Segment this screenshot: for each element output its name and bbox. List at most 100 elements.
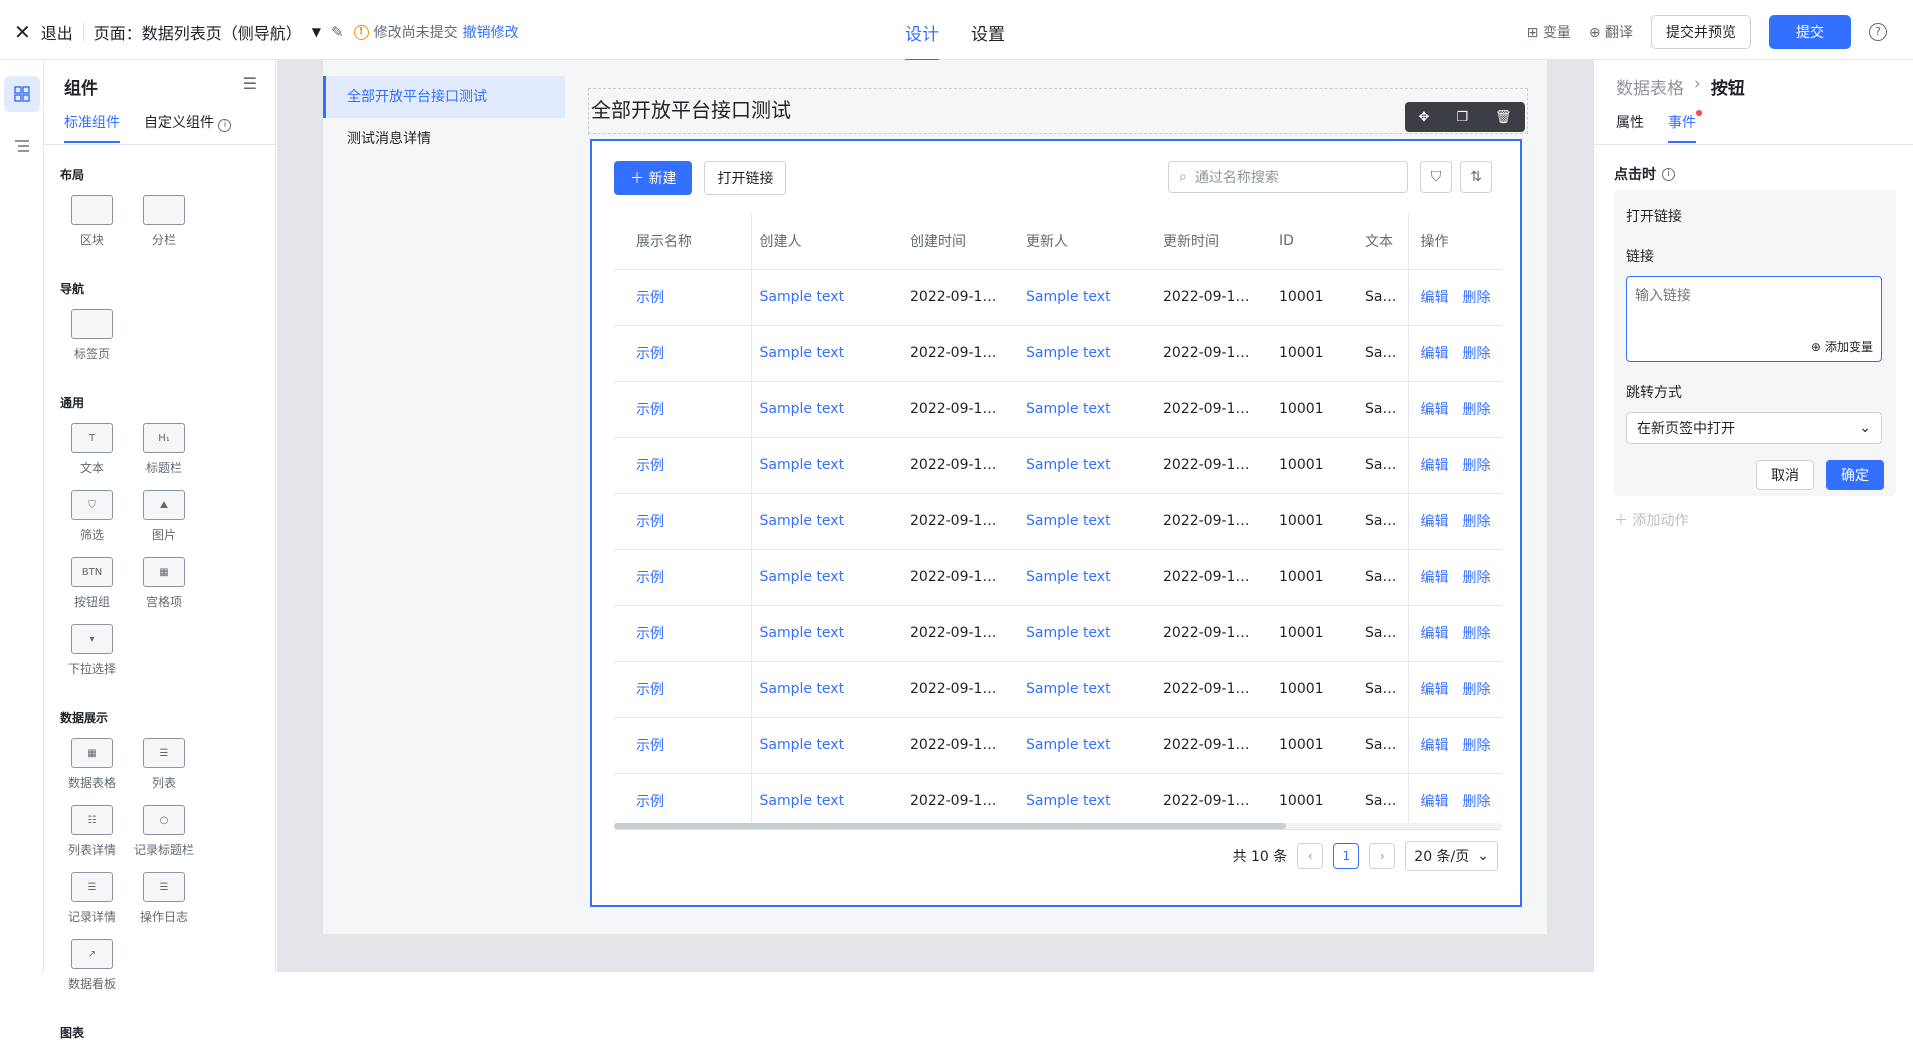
edit-icon[interactable]: ✎ <box>331 23 344 41</box>
link-input[interactable]: ⊕添加变量 <box>1626 276 1882 362</box>
table-row[interactable]: 示例 Sample text 2022-09-16 ... Sample text 20… <box>614 437 1502 494</box>
translate-button[interactable]: ⊕ 翻译 <box>1589 22 1633 42</box>
component-item[interactable]: ▦ 数据表格 <box>56 738 128 791</box>
new-button[interactable]: ＋ 新建 <box>614 161 693 195</box>
table-cell[interactable]: Sample text <box>1004 325 1141 382</box>
table-cell[interactable]: Sample text <box>1004 493 1141 550</box>
component-item[interactable]: 分栏 <box>128 195 200 248</box>
component-item[interactable]: ↗ 数据看板 <box>56 939 128 992</box>
table-cell[interactable]: Sample text <box>1004 773 1141 830</box>
table-cell[interactable]: Sample text <box>751 717 888 774</box>
table-cell[interactable]: Sample text <box>751 381 888 438</box>
tab-properties[interactable]: 属性 <box>1616 112 1644 143</box>
column-header[interactable]: 更新人 <box>1004 213 1141 270</box>
component-item[interactable]: ☰ 操作日志 <box>128 872 200 925</box>
link-field[interactable] <box>1627 277 1881 337</box>
data-table-component[interactable]: ＋ 新建 打开链接 ⌕ 通过名称搜索 ⛉ ⇅ 展示名称 创建人 创建时间 更新人 更新时… <box>590 139 1522 907</box>
table-cell[interactable]: 示例 <box>614 661 752 718</box>
exit-button[interactable]: 退出 <box>41 20 73 44</box>
scrollbar-thumb[interactable] <box>614 823 1286 829</box>
component-item[interactable]: ☰ 记录详情 <box>56 872 128 925</box>
page-number-button[interactable]: 1 <box>1333 843 1360 869</box>
component-item[interactable]: ○ 记录标题栏 <box>128 805 200 858</box>
breadcrumb-parent[interactable]: 数据表格 <box>1616 74 1684 99</box>
nav-item-api-test[interactable]: 全部开放平台接口测试 <box>323 76 565 118</box>
table-row[interactable]: 示例 Sample text 2022-09-16 ... Sample text 20… <box>614 269 1502 326</box>
delete-icon[interactable]: 🗑 <box>1495 110 1512 125</box>
table-cell[interactable]: 示例 <box>614 381 752 438</box>
table-cell[interactable]: Sample text <box>751 437 888 494</box>
table-cell[interactable]: Sample text <box>751 773 888 830</box>
table-row[interactable]: 示例 Sample text 2022-09-16 ... Sample text 20… <box>614 325 1502 382</box>
component-item[interactable]: ⛉ 筛选 <box>56 490 128 543</box>
prev-page-button[interactable]: ‹ <box>1297 843 1324 869</box>
table-row[interactable]: 示例 Sample text 2022-09-16 ... Sample text 20… <box>614 773 1502 830</box>
delete-link[interactable]: 删除 <box>1463 794 1491 810</box>
table-cell[interactable]: Sample text <box>1004 381 1141 438</box>
table-cell[interactable]: 示例 <box>614 717 752 774</box>
component-item[interactable]: ☰ 列表 <box>128 738 200 791</box>
tab-standard-components[interactable]: 标准组件 <box>64 112 120 143</box>
table-cell[interactable]: Sample text <box>751 661 888 718</box>
edit-link[interactable]: 编辑 <box>1421 682 1449 698</box>
table-cell[interactable]: Sample text <box>1004 437 1141 494</box>
column-header[interactable]: 创建人 <box>751 213 888 270</box>
edit-link[interactable]: 编辑 <box>1421 626 1449 642</box>
submit-button[interactable]: 提交 <box>1769 15 1851 49</box>
cancel-button[interactable]: 取消 <box>1756 460 1814 490</box>
next-page-button[interactable]: › <box>1369 843 1396 869</box>
close-icon[interactable]: ✕ <box>14 20 31 44</box>
edit-link[interactable]: 编辑 <box>1421 346 1449 362</box>
table-cell[interactable]: Sample text <box>751 325 888 382</box>
tab-events[interactable]: 事件 <box>1668 110 1702 143</box>
column-header[interactable]: 展示名称 <box>614 213 752 270</box>
table-cell[interactable]: Sample text <box>751 493 888 550</box>
table-cell[interactable]: 示例 <box>614 605 752 662</box>
table-row[interactable]: 示例 Sample text 2022-09-16 ... Sample text 20… <box>614 381 1502 438</box>
column-header[interactable]: 操作 <box>1407 213 1502 270</box>
table-cell[interactable]: 示例 <box>614 549 752 606</box>
table-cell[interactable]: Sample text <box>751 549 888 606</box>
delete-link[interactable]: 删除 <box>1463 290 1491 306</box>
delete-link[interactable]: 删除 <box>1463 346 1491 362</box>
table-cell[interactable]: Sample text <box>751 269 888 326</box>
add-variable-button[interactable]: ⊕ 添加变量 <box>1811 338 1873 355</box>
table-cell[interactable]: Sample text <box>751 605 888 662</box>
preview-button[interactable]: 提交并预览 <box>1651 15 1751 49</box>
table-cell[interactable]: Sample text <box>1004 605 1141 662</box>
delete-link[interactable]: 删除 <box>1463 570 1491 586</box>
table-cell[interactable]: Sample text <box>1004 549 1141 606</box>
move-icon[interactable]: ✥ <box>1418 110 1429 125</box>
component-item[interactable]: ▦ 宫格项 <box>128 557 200 610</box>
component-item[interactable]: H₁ 标题栏 <box>128 423 200 476</box>
delete-link[interactable]: 删除 <box>1463 738 1491 754</box>
tab-design[interactable]: 设计 <box>905 20 939 61</box>
delete-link[interactable]: 删除 <box>1463 514 1491 530</box>
component-item[interactable]: 标签页 <box>56 309 128 362</box>
table-cell[interactable]: 示例 <box>614 773 752 830</box>
table-cell[interactable]: 示例 <box>614 437 752 494</box>
table-cell[interactable]: Sample text <box>1004 661 1141 718</box>
nav-item-message-detail[interactable]: 测试消息详情 <box>323 118 565 160</box>
tab-custom-components[interactable]: 自定义组件 i <box>144 112 232 143</box>
page-size-select[interactable]: 20 条/页 ⌄ <box>1405 841 1498 871</box>
edit-link[interactable]: 编辑 <box>1421 402 1449 418</box>
help-icon[interactable]: ? <box>1869 23 1887 41</box>
edit-link[interactable]: 编辑 <box>1421 514 1449 530</box>
table-row[interactable]: 示例 Sample text 2022-09-16 ... Sample text 20… <box>614 661 1502 718</box>
column-header[interactable]: 更新时间 <box>1141 213 1257 270</box>
table-cell[interactable]: Sample text <box>1004 269 1141 326</box>
component-item[interactable]: T 文本 <box>56 423 128 476</box>
edit-link[interactable]: 编辑 <box>1421 458 1449 474</box>
table-cell[interactable]: 示例 <box>614 493 752 550</box>
search-input[interactable]: ⌕ 通过名称搜索 <box>1168 161 1408 193</box>
tab-settings[interactable]: 设置 <box>971 20 1005 61</box>
column-header[interactable]: 创建时间 <box>888 213 1004 270</box>
copy-icon[interactable]: ❐ <box>1456 110 1468 125</box>
component-item[interactable]: ⛰ 图片 <box>128 490 200 543</box>
table-row[interactable]: 示例 Sample text 2022-09-16 ... Sample text 20… <box>614 493 1502 550</box>
table-row[interactable]: 示例 Sample text 2022-09-16 ... Sample text 20… <box>614 605 1502 662</box>
confirm-button[interactable]: 确定 <box>1826 460 1884 490</box>
delete-link[interactable]: 删除 <box>1463 402 1491 418</box>
table-row[interactable]: 示例 Sample text 2022-09-16 ... Sample text 20… <box>614 549 1502 606</box>
